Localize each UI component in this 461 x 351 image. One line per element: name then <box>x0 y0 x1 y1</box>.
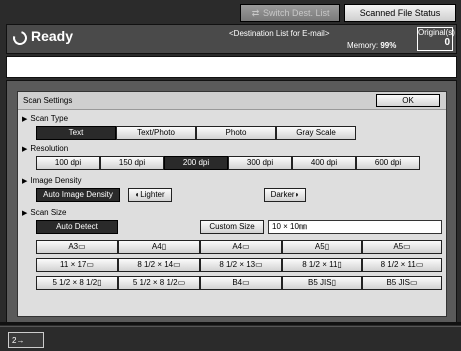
scanned-file-status-button[interactable]: Scanned File Status <box>344 4 456 22</box>
resolution-100-button[interactable]: 100 dpi <box>36 156 100 170</box>
triangle-right-icon: ▶ <box>22 116 28 123</box>
size-button[interactable]: B5 JIS▯ <box>282 276 362 290</box>
bottom-bar: 2→ <box>0 326 461 351</box>
lighter-button[interactable]: ◐Lighter <box>128 188 172 202</box>
size-button[interactable]: A4▭ <box>200 240 282 254</box>
resolution-200-button[interactable]: 200 dpi <box>164 156 228 170</box>
size-button[interactable]: 8 1/2 × 13▭ <box>200 258 282 272</box>
dialog-header: Scan Settings OK <box>18 92 446 110</box>
destination-field[interactable] <box>6 56 457 78</box>
scan-type-gray-scale-button[interactable]: Gray Scale <box>276 126 356 140</box>
switch-dest-list-button[interactable]: ⇄ Switch Dest. List <box>240 4 340 22</box>
triangle-right-icon: ▶ <box>22 210 28 217</box>
scan-type-text-button[interactable]: Text <box>36 126 116 140</box>
size-button[interactable]: 8 1/2 × 11▭ <box>362 258 442 272</box>
scan-type-text-photo-button[interactable]: Text/Photo <box>116 126 196 140</box>
custom-size-field[interactable]: 10 × 10㎜ <box>268 220 442 234</box>
size-button[interactable]: 5 1/2 × 8 1/2▭ <box>118 276 200 290</box>
size-button[interactable]: 8 1/2 × 11▯ <box>282 258 362 272</box>
screen: ⇄ Switch Dest. List Scanned File Status … <box>0 0 461 351</box>
originals-counter: Original(s) 0 <box>417 27 455 51</box>
resolution-section-label: ▶ Resolution <box>22 144 69 153</box>
top-bar: ⇄ Switch Dest. List Scanned File Status <box>6 4 457 22</box>
scan-size-section-label: ▶ Scan Size <box>22 208 67 217</box>
ready-label: Ready <box>31 28 74 44</box>
image-density-section-label: ▶ Image Density <box>22 176 82 185</box>
size-button[interactable]: A5▯ <box>282 240 362 254</box>
tray-indicator: 2→ <box>8 332 44 348</box>
status-bar: Ready <Destination List for E-mail> Memo… <box>6 24 457 54</box>
size-button[interactable]: A5▭ <box>362 240 442 254</box>
tray-label: 2→ <box>12 336 25 345</box>
ready-icon <box>10 28 30 48</box>
darker-icon: ◗ <box>294 190 300 199</box>
scan-type-section-label: ▶ Scan Type <box>22 114 69 123</box>
size-button[interactable]: 11 × 17▭ <box>36 258 118 272</box>
divider <box>0 322 461 325</box>
size-button[interactable]: A3▭ <box>36 240 118 254</box>
triangle-right-icon: ▶ <box>22 146 28 153</box>
auto-detect-button[interactable]: Auto Detect <box>36 220 118 234</box>
size-button[interactable]: B4▭ <box>200 276 282 290</box>
size-button[interactable]: 5 1/2 × 8 1/2▯ <box>36 276 118 290</box>
main-panel: Scan Settings OK ▶ Scan Type Text Text/Ph… <box>6 80 457 323</box>
resolution-400-button[interactable]: 400 dpi <box>292 156 356 170</box>
scan-settings-dialog: Scan Settings OK ▶ Scan Type Text Text/Ph… <box>17 91 447 317</box>
resolution-300-button[interactable]: 300 dpi <box>228 156 292 170</box>
auto-image-density-button[interactable]: Auto Image Density <box>36 188 120 202</box>
memory-status: Memory: 99% <box>347 41 397 50</box>
resolution-150-button[interactable]: 150 dpi <box>100 156 164 170</box>
resolution-600-button[interactable]: 600 dpi <box>356 156 420 170</box>
custom-size-button[interactable]: Custom Size <box>200 220 264 234</box>
dialog-title: Scan Settings <box>23 96 73 105</box>
ok-button[interactable]: OK <box>376 94 440 107</box>
triangle-right-icon: ▶ <box>22 178 28 185</box>
scan-type-photo-button[interactable]: Photo <box>196 126 276 140</box>
darker-button[interactable]: Darker◗ <box>264 188 306 202</box>
size-button[interactable]: A4▯ <box>118 240 200 254</box>
arrows-icon: ⇄ <box>251 8 260 18</box>
size-button[interactable]: 8 1/2 × 14▭ <box>118 258 200 272</box>
destination-list-label: <Destination List for E-mail> <box>229 29 330 38</box>
size-button[interactable]: B5 JIS▭ <box>362 276 442 290</box>
